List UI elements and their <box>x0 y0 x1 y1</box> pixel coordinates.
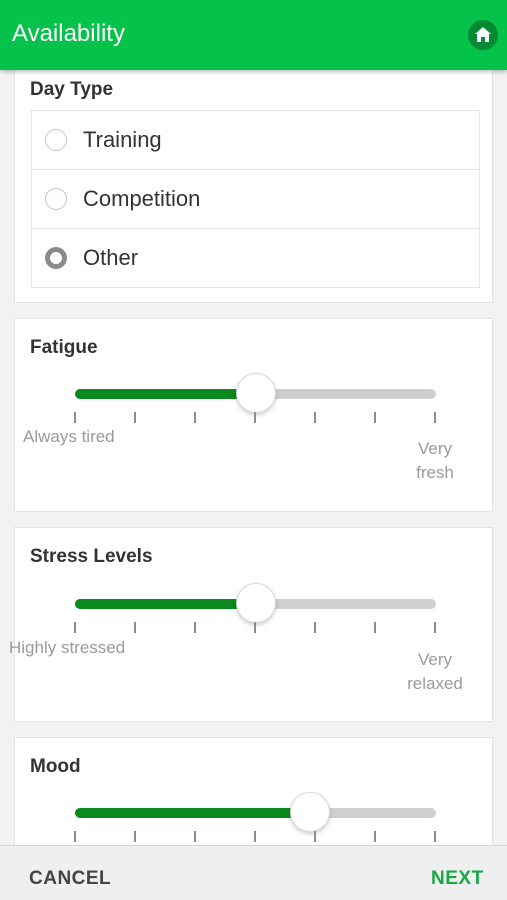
slider-tick <box>314 831 316 842</box>
option-label: Other <box>83 245 139 270</box>
slider-thumb[interactable] <box>235 583 276 623</box>
stress-max-label-line2: relaxed <box>407 674 463 693</box>
page-title: Availability <box>12 20 125 47</box>
fatigue-max-label-line1: Very <box>417 439 453 458</box>
slider-tick <box>314 622 316 633</box>
day-type-title: Day Type <box>30 79 114 100</box>
day-type-card: Day Type Training Competition Other <box>14 60 493 303</box>
mood-title: Mood <box>30 756 81 777</box>
option-label: Competition <box>83 186 201 211</box>
radio-competition[interactable] <box>45 188 67 210</box>
fatigue-max-label-line2: fresh <box>416 463 454 482</box>
slider-tick <box>434 412 436 423</box>
slider-tick <box>254 412 256 423</box>
option-label: Training <box>83 127 162 152</box>
slider-fill <box>75 808 310 818</box>
slider-thumb[interactable] <box>289 792 330 832</box>
fatigue-min-label: Always tired <box>23 427 115 446</box>
slider-tick <box>434 622 436 633</box>
slider-tick <box>314 412 316 423</box>
slider-tick <box>134 622 136 633</box>
slider-tick <box>254 831 256 842</box>
slider-tick <box>74 831 76 842</box>
radio-training[interactable] <box>45 129 67 151</box>
slider-fill <box>75 389 256 399</box>
option-competition[interactable]: Competition <box>32 170 479 229</box>
radio-other[interactable] <box>45 247 67 269</box>
app-bar: Availability <box>0 0 507 70</box>
option-training[interactable]: Training <box>32 111 479 170</box>
slider-tick <box>374 412 376 423</box>
stress-card: Stress Levels Highly stressed Very relax… <box>9 527 493 722</box>
day-type-options: Training Competition Other <box>31 110 480 288</box>
slider-fill <box>75 599 256 609</box>
slider-thumb[interactable] <box>235 373 276 413</box>
slider-tick <box>434 831 436 842</box>
slider-tick <box>194 831 196 842</box>
next-button[interactable]: NEXT <box>431 868 484 890</box>
mood-slider[interactable] <box>75 792 436 832</box>
fatigue-card: Fatigue Always tired Very fresh <box>14 318 493 512</box>
cancel-button[interactable]: CANCEL <box>29 868 111 890</box>
slider-tick <box>74 412 76 423</box>
footer-bar: CANCEL NEXT <box>0 845 507 900</box>
slider-tick <box>134 831 136 842</box>
fatigue-title: Fatigue <box>30 337 98 358</box>
slider-tick <box>254 622 256 633</box>
option-other[interactable]: Other <box>32 229 479 288</box>
slider-tick <box>194 412 196 423</box>
slider-tick <box>374 831 376 842</box>
stress-min-label: Highly stressed <box>9 638 126 657</box>
stress-max-label-line1: Very <box>417 650 453 669</box>
slider-tick <box>74 622 76 633</box>
stress-title: Stress Levels <box>30 546 153 567</box>
fatigue-slider[interactable] <box>75 373 436 413</box>
home-button[interactable] <box>468 20 498 50</box>
slider-tick <box>374 622 376 633</box>
slider-tick <box>194 622 196 633</box>
home-icon <box>475 27 491 42</box>
stress-slider[interactable] <box>75 583 436 623</box>
slider-tick <box>134 412 136 423</box>
